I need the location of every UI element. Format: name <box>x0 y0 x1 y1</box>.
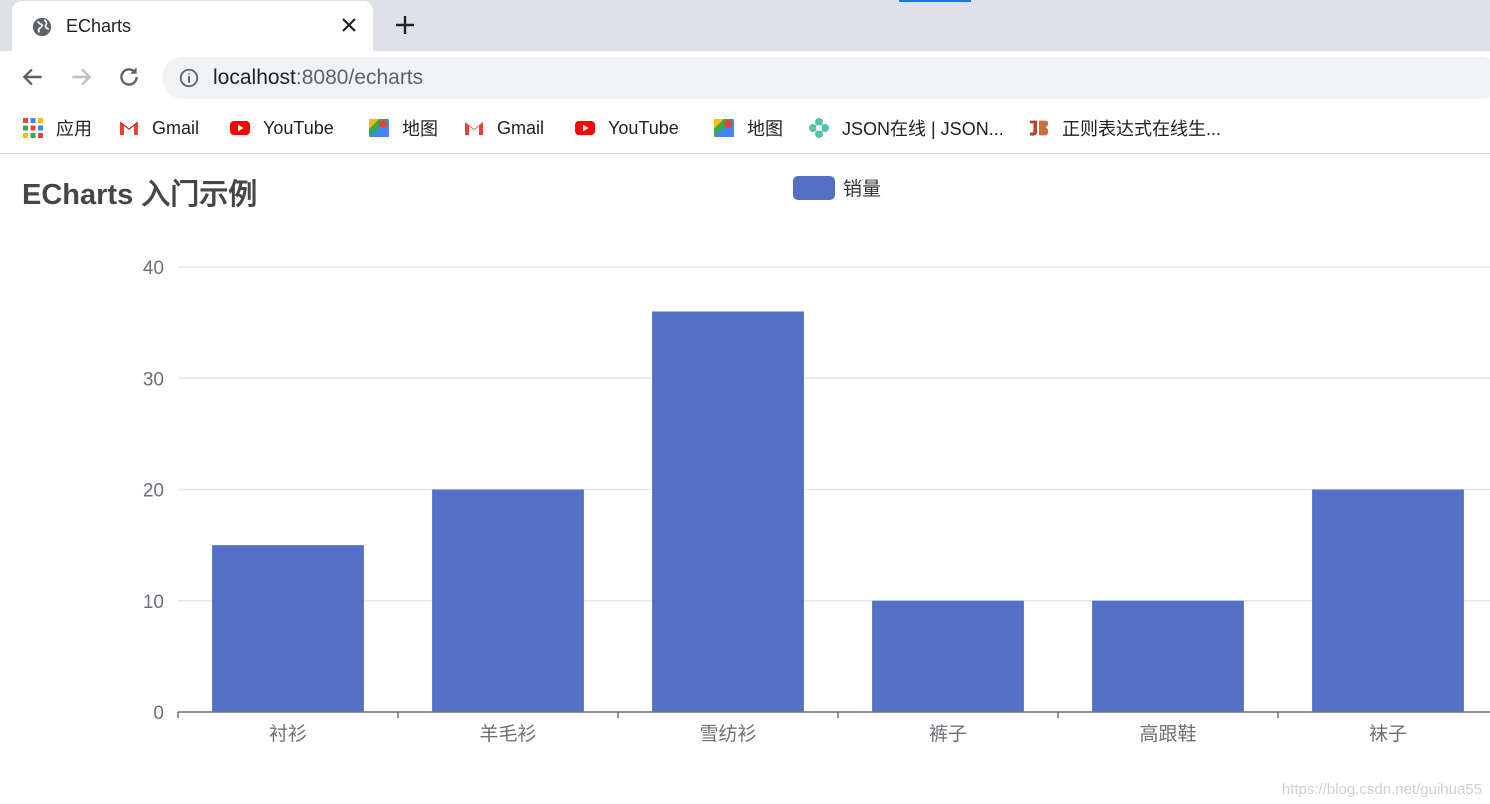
youtube-icon <box>230 121 250 135</box>
x-tick-label: 雪纺衫 <box>699 723 756 745</box>
x-tick-label: 羊毛衫 <box>479 723 536 745</box>
bookmark-label: Gmail <box>152 117 200 138</box>
bar <box>432 489 584 712</box>
bar <box>212 545 364 712</box>
y-tick-label: 40 <box>143 258 164 279</box>
bookmark-apps[interactable]: 应用 <box>22 115 92 141</box>
bar <box>652 311 804 712</box>
json-flower-icon <box>809 118 829 138</box>
browser-tab[interactable]: ECharts <box>12 1 373 51</box>
new-tab-plus-icon[interactable] <box>393 13 417 37</box>
url-text: localhost:8080/echarts <box>213 66 423 90</box>
browser-toolbar: localhost:8080/echarts <box>0 51 1490 105</box>
gmail-icon <box>465 122 483 135</box>
bookmark-gmail-2[interactable]: Gmail <box>463 115 544 141</box>
bar-chart: 0 10 20 30 40 衬衫 羊毛衫 雪纺衫 裤子 高跟鞋 袜子 <box>143 258 1490 745</box>
jb-logo-icon <box>1029 120 1049 136</box>
bookmark-label: 地图 <box>402 119 438 139</box>
y-tick-label: 0 <box>153 703 164 724</box>
maps-icon <box>714 119 734 137</box>
y-tick-label: 30 <box>143 369 164 390</box>
address-bar[interactable]: localhost:8080/echarts <box>162 57 1490 99</box>
bar <box>1312 489 1464 712</box>
x-tick-label: 袜子 <box>1369 723 1407 745</box>
legend-label: 销量 <box>843 179 882 200</box>
bookmark-gmail[interactable]: Gmail <box>118 115 199 141</box>
site-info-icon[interactable] <box>178 67 200 89</box>
tab-strip-indicator <box>899 0 971 2</box>
watermark: https://blog.csdn.net/guihua55 <box>1281 781 1482 798</box>
bookmark-maps-2[interactable]: 地图 <box>713 115 783 141</box>
bookmarks-bar: 应用 Gmail YouTube 地图 Gmail YouTube 地图 JSO… <box>0 105 1490 154</box>
close-tab-icon[interactable] <box>337 13 361 37</box>
reload-icon[interactable] <box>116 64 142 90</box>
chart-legend[interactable]: 销量 <box>793 174 881 201</box>
forward-arrow-icon[interactable] <box>68 64 94 90</box>
page-content: 0 10 20 30 40 衬衫 羊毛衫 雪纺衫 裤子 高跟鞋 袜子 ECharts 入门示例 销量… <box>0 154 1490 804</box>
bookmark-label: 地图 <box>747 119 783 139</box>
x-tick-label: 裤子 <box>929 723 967 745</box>
bookmark-label: YouTube <box>263 117 334 138</box>
bookmark-regex[interactable]: 正则表达式在线生... <box>1028 115 1221 141</box>
url-host: localhost <box>213 66 296 89</box>
y-tick-label: 20 <box>143 481 164 502</box>
back-arrow-icon[interactable] <box>20 64 46 90</box>
bookmark-label: YouTube <box>608 117 679 138</box>
y-tick-label: 10 <box>143 592 164 613</box>
maps-icon <box>369 119 389 137</box>
bookmark-label: 应用 <box>56 119 92 139</box>
bookmark-maps[interactable]: 地图 <box>368 115 438 141</box>
bookmark-label: 正则表达式在线生... <box>1062 119 1222 139</box>
bar <box>1092 600 1244 712</box>
gmail-icon <box>119 121 139 135</box>
chart-title: ECharts 入门示例 <box>22 179 258 211</box>
apps-grid-icon <box>23 118 43 138</box>
x-tick-label: 高跟鞋 <box>1139 723 1196 745</box>
bookmark-json[interactable]: JSON在线 | JSON... <box>808 115 1004 141</box>
bookmark-label: Gmail <box>497 117 545 138</box>
bookmark-youtube-2[interactable]: YouTube <box>574 115 679 141</box>
bar <box>872 600 1024 712</box>
bookmark-label: JSON在线 | JSON... <box>842 119 1004 139</box>
youtube-icon <box>575 121 595 135</box>
tab-strip: ECharts <box>0 0 1490 51</box>
x-tick-label: 衬衫 <box>269 723 307 745</box>
url-path: :8080/echarts <box>295 66 424 89</box>
legend-swatch <box>793 175 835 200</box>
globe-icon <box>32 17 52 37</box>
bookmark-youtube[interactable]: YouTube <box>229 115 334 141</box>
tab-title: ECharts <box>66 16 132 36</box>
